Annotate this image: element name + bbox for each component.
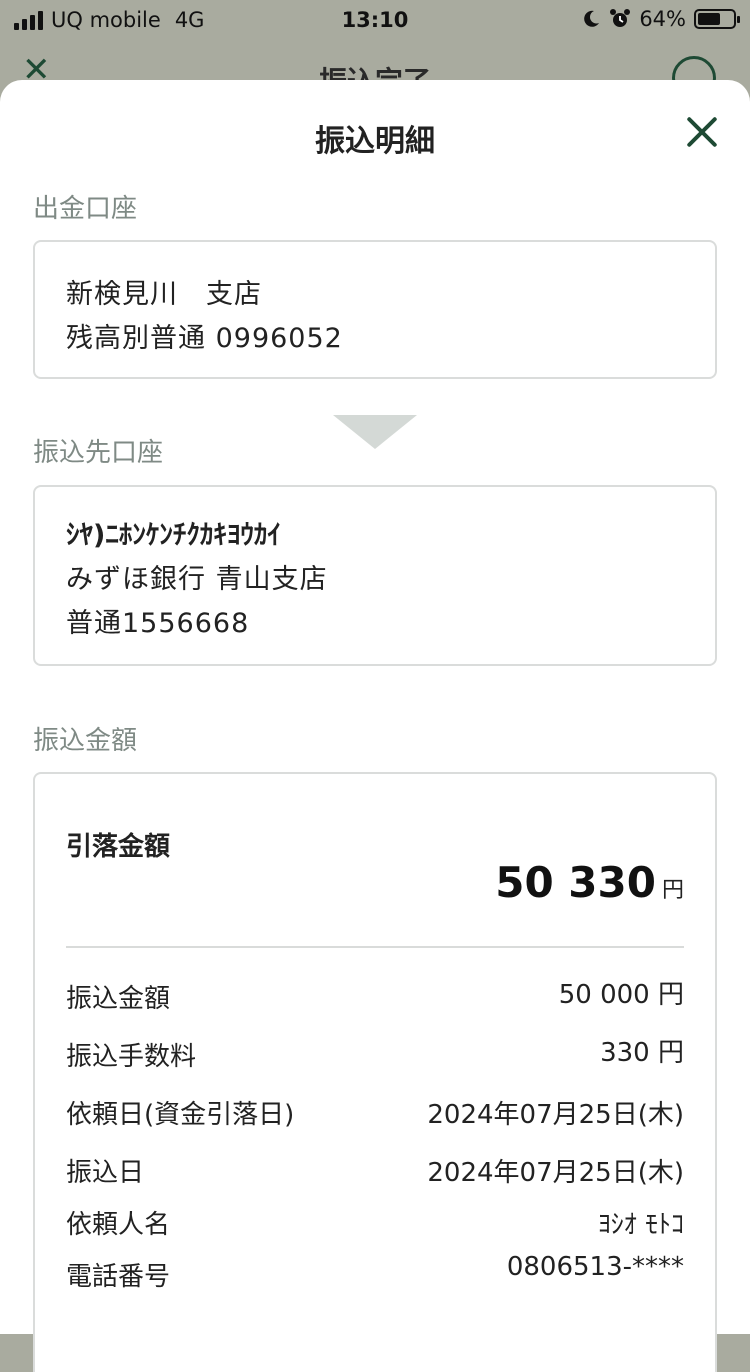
detail-row-label: 依頼日(資金引落日) <box>66 1100 295 1130</box>
debit-amount-label: 引落金額 <box>66 832 171 862</box>
alarm-icon <box>610 9 631 27</box>
detail-row-label: 振込手数料 <box>66 1042 197 1072</box>
moon-icon <box>584 10 600 27</box>
debit-amount-unit: 円 <box>661 878 684 903</box>
detail-row: 依頼人名 ﾖｼｵ ﾓﾄｺ <box>66 1204 684 1244</box>
sheet-title: 振込明細 <box>315 124 435 159</box>
payee-account-number: 普通1556668 <box>66 608 250 639</box>
debit-amount-value: 50 330 <box>495 858 656 907</box>
payee-name: ｼﾔ)ﾆﾎﾝｹﾝﾁｸｶｷﾖｳｶｲ <box>66 520 281 551</box>
battery-icon <box>694 9 740 29</box>
detail-row-value: 0806513-**** <box>506 1252 684 1282</box>
status-right: 64% <box>581 7 740 31</box>
detail-row: 振込手数料 330 円 <box>66 1036 684 1076</box>
detail-row-label: 電話番号 <box>66 1262 171 1292</box>
amount-section-label: 振込金額 <box>33 726 138 756</box>
detail-row-value: ﾖｼｵ ﾓﾄｺ <box>597 1210 684 1240</box>
amount-card: 引落金額 50 330 円 振込金額 50 000 円 振込手数料 330 円 … <box>33 772 717 1372</box>
payee-bank: みずほ銀行 青山支店 <box>66 564 328 595</box>
from-account-number: 残高別普通 0996052 <box>66 323 343 354</box>
detail-row-label: 依頼人名 <box>66 1210 171 1240</box>
divider <box>66 946 684 948</box>
from-account-card: 新検見川 支店 残高別普通 0996052 <box>33 240 717 379</box>
close-button[interactable] <box>684 114 720 150</box>
to-account-label: 振込先口座 <box>33 438 164 468</box>
detail-row: 電話番号 0806513-**** <box>66 1252 684 1296</box>
detail-row: 振込金額 50 000 円 <box>66 978 684 1018</box>
detail-row-value: 330 円 <box>600 1038 684 1068</box>
status-bar: UQ mobile 4G 13:10 64% <box>0 0 750 40</box>
detail-row-value: 50 000 円 <box>558 980 684 1010</box>
detail-row-value: 2024年07月25日(木) <box>427 1100 684 1130</box>
to-account-card: ｼﾔ)ﾆﾎﾝｹﾝﾁｸｶｷﾖｳｶｲ みずほ銀行 青山支店 普通1556668 <box>33 485 717 666</box>
detail-row-label: 振込金額 <box>66 984 171 1014</box>
detail-row-value: 2024年07月25日(木) <box>427 1158 684 1188</box>
battery-percent: 64% <box>639 7 686 31</box>
debit-amount: 50 330 円 <box>495 858 684 907</box>
from-account-label: 出金口座 <box>33 194 138 224</box>
detail-row-label: 振込日 <box>66 1158 145 1188</box>
from-branch: 新検見川 支店 <box>66 279 262 310</box>
arrow-down-icon <box>333 415 417 449</box>
detail-row: 振込日 2024年07月25日(木) <box>66 1152 684 1192</box>
detail-sheet: 振込明細 出金口座 新検見川 支店 残高別普通 0996052 振込先口座 ｼﾔ… <box>0 80 750 1372</box>
detail-row: 依頼日(資金引落日) 2024年07月25日(木) <box>66 1094 684 1134</box>
